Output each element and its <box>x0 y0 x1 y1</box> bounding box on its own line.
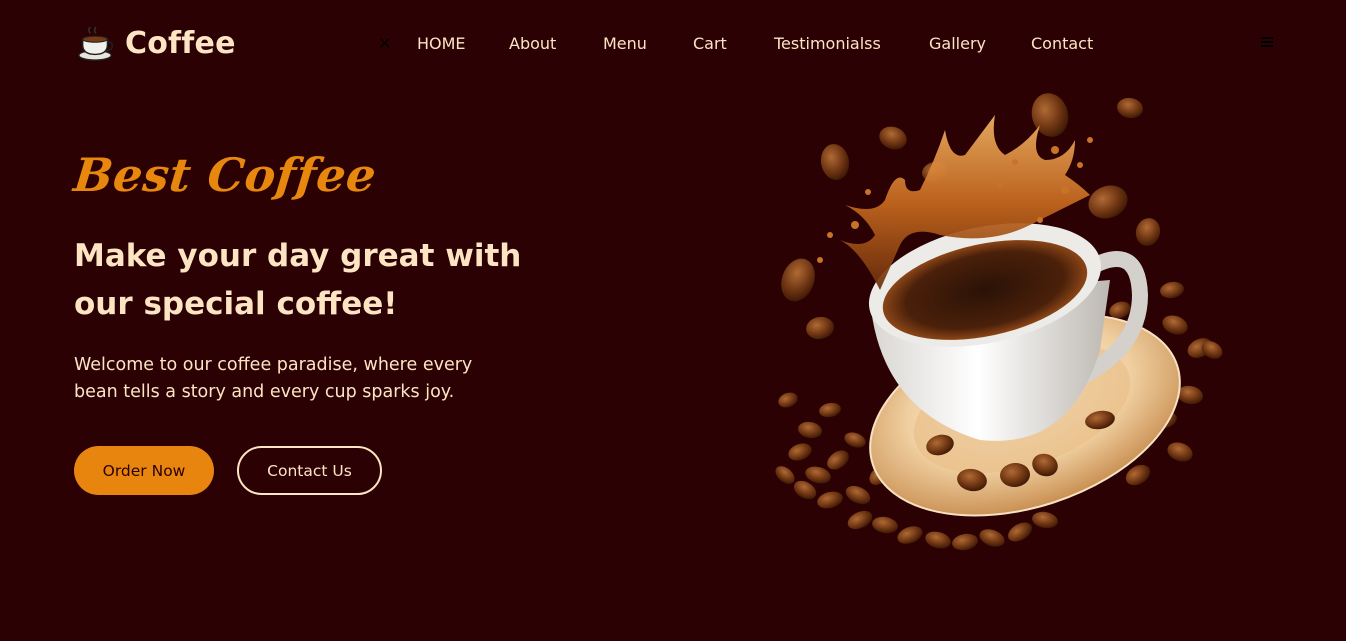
nav-item-testimonials[interactable]: Testimonialss <box>774 34 881 54</box>
hero-subtext: Welcome to our coffee paradise, where ev… <box>74 355 473 402</box>
brand-logo[interactable]: Coffee <box>77 24 236 62</box>
coffee-cup-icon <box>78 26 113 61</box>
nav-item-about[interactable]: About <box>509 34 556 54</box>
brand-name: Coffee <box>125 25 236 61</box>
contact-us-button[interactable]: Contact Us <box>237 446 382 495</box>
close-icon[interactable]: × <box>378 33 391 53</box>
nav-item-home[interactable]: HOME <box>417 34 466 54</box>
nav-item-cart[interactable]: Cart <box>693 34 727 54</box>
nav-item-contact[interactable]: Contact <box>1031 34 1093 54</box>
nav-item-gallery[interactable]: Gallery <box>929 34 986 54</box>
hero-headline: Make your day great with our special cof… <box>74 238 522 322</box>
hamburger-icon[interactable] <box>1261 37 1273 47</box>
coffee-cup-splash-image <box>775 93 1223 551</box>
order-now-button[interactable]: Order Now <box>74 446 214 495</box>
hero-kicker: Best Coffee <box>71 148 380 202</box>
nav-item-menu[interactable]: Menu <box>603 34 647 54</box>
